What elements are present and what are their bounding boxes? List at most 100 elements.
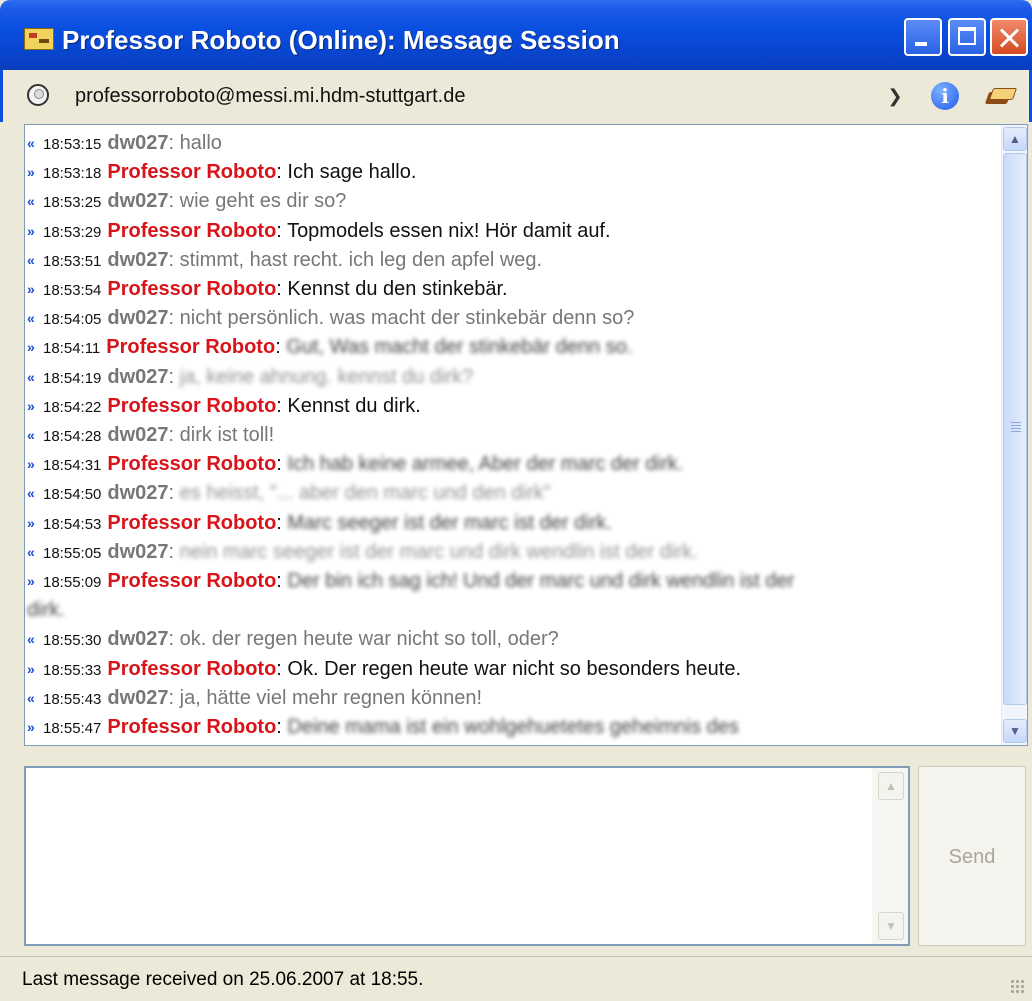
message-log[interactable]: ▲ ▼ «18:53:15 dw027: hallo » 18:53:18 Profes… — [24, 124, 1028, 746]
message-sender: Professor Roboto — [106, 336, 276, 359]
compose-scroll-down-button[interactable]: ▼ — [878, 912, 904, 940]
message-timestamp: 18:54:11 — [43, 340, 101, 358]
message-text: nicht persönlich. was macht der stinkebä… — [179, 307, 635, 330]
message-row: «18:53:25 dw027: wie geht es dir so? — [27, 190, 347, 213]
collapse-icon[interactable]: ❯ — [881, 82, 909, 110]
message-sender: dw027 — [107, 365, 169, 388]
compose-area[interactable]: ▲ ▼ — [24, 766, 910, 946]
message-timestamp: 18:55:30 — [43, 632, 102, 650]
message-text: Der bin ich sag ich! Und der marc und di… — [287, 570, 795, 592]
compose-scroll-up-button[interactable]: ▲ — [878, 772, 904, 800]
message-row: » 18:54:53 Professor Roboto: Marc seeger i… — [27, 511, 612, 534]
incoming-arrow-icon: « — [27, 631, 35, 648]
message-sender: Professor Roboto — [107, 219, 277, 242]
message-row: » 18:53:29 Professor Roboto: Topmodels ess… — [27, 219, 611, 242]
close-button[interactable] — [990, 18, 1028, 56]
status-bar: Last message received on 25.06.2007 at 1… — [0, 956, 1032, 1001]
outgoing-arrow-icon: » — [27, 573, 35, 589]
outgoing-arrow-icon: » — [27, 397, 35, 414]
message-text: Gut, Was macht der stinkebär denn so. — [286, 336, 633, 359]
message-text: Ich sage hallo. — [287, 161, 417, 184]
outgoing-arrow-icon: » — [27, 164, 35, 181]
message-timestamp: 18:54:19 — [43, 369, 102, 387]
message-row: » 18:55:47 Professor Roboto: Deine mama is… — [27, 716, 739, 738]
message-timestamp: 18:55:47 — [43, 720, 102, 737]
message-row: » 18:55:09 Professor Roboto: Der bin ich s… — [27, 570, 795, 592]
message-timestamp: 18:54:53 — [43, 515, 102, 533]
message-sender: dw027 — [107, 248, 169, 271]
title-bar[interactable]: Professor Roboto (Online): Message Sessi… — [0, 0, 1032, 70]
message-row: «18:53:15 dw027: hallo — [27, 132, 222, 154]
message-text: Ich hab keine armee, Aber der marc der d… — [287, 453, 684, 476]
message-text: es heisst, "... aber den marc und den di… — [179, 482, 551, 505]
message-timestamp: 18:55:43 — [43, 690, 102, 708]
message-text: nein marc seeger ist der marc und dirk w… — [179, 540, 698, 563]
message-timestamp: 18:55:33 — [43, 661, 102, 679]
message-timestamp: 18:54:31 — [43, 457, 102, 475]
message-text-continuation: dirk. — [27, 599, 65, 622]
outgoing-arrow-icon: » — [27, 719, 35, 735]
message-sender: Professor Roboto — [107, 394, 277, 417]
status-text: Last message received on 25.06.2007 at 1… — [22, 969, 424, 990]
message-text: Marc seeger ist der marc ist der dirk. — [287, 511, 612, 534]
message-row: » 18:53:18 Professor Roboto: Ich sage hall… — [27, 161, 417, 184]
message-text: stimmt, hast recht. ich leg den apfel we… — [179, 248, 543, 271]
chat-window-icon — [24, 28, 54, 50]
send-button[interactable]: Send — [918, 766, 1026, 946]
incoming-arrow-icon: « — [27, 689, 35, 706]
incoming-arrow-icon: « — [27, 135, 35, 151]
message-row: «18:55:43 dw027: ja, hätte viel mehr regn… — [27, 686, 483, 709]
maximize-button[interactable] — [948, 18, 986, 56]
message-text: ja, hätte viel mehr regnen können! — [179, 686, 483, 709]
message-text: Topmodels essen nix! Hör damit auf. — [287, 219, 611, 242]
message-text: hallo — [179, 132, 222, 154]
message-text: Kennst du den stinkebär. — [287, 278, 508, 300]
message-text: ja, keine ahnung. kennst du dirk? — [179, 365, 474, 388]
message-text: Kennst du dirk. — [287, 394, 421, 417]
message-sender: dw027 — [107, 628, 169, 651]
message-row: «18:54:28 dw027: dirk ist toll! — [27, 424, 275, 446]
message-row: «18:55:05 dw027: nein marc seeger ist der… — [27, 540, 698, 563]
message-input[interactable] — [26, 768, 872, 944]
message-row: «18:53:51 dw027: stimmt, hast recht. ich … — [27, 248, 543, 271]
message-scrollbar[interactable]: ▲ ▼ — [1001, 125, 1027, 745]
message-sender: Professor Roboto — [107, 278, 277, 300]
message-sender: dw027 — [107, 482, 169, 505]
message-row-continuation: dirk. — [27, 597, 65, 623]
message-sender: dw027 — [107, 307, 169, 330]
message-row: » 18:55:33 Professor Roboto: Ok. Der regen… — [27, 657, 742, 680]
minimize-button[interactable] — [904, 18, 942, 56]
message-row: » 18:54:11 Professor Roboto: Gut, Was mach… — [27, 336, 633, 359]
message-sender: Professor Roboto — [107, 570, 277, 592]
message-timestamp: 18:53:18 — [43, 165, 102, 183]
outgoing-arrow-icon: » — [27, 514, 35, 531]
contact-bar: professorroboto@messi.mi.hdm-stuttgart.d… — [0, 70, 1032, 122]
message-sender: Professor Roboto — [107, 453, 277, 476]
info-icon[interactable]: i — [931, 82, 959, 110]
message-timestamp: 18:54:28 — [43, 428, 102, 445]
scroll-up-button[interactable]: ▲ — [1003, 127, 1027, 151]
scroll-thumb[interactable] — [1003, 153, 1027, 705]
message-text: Deine mama ist ein wohlgehuetetes geheim… — [287, 716, 739, 738]
resize-grip[interactable] — [1010, 979, 1026, 995]
outgoing-arrow-icon: » — [27, 660, 35, 677]
message-timestamp: 18:53:29 — [43, 223, 102, 241]
message-text: Ok. Der regen heute war nicht so besonde… — [287, 657, 742, 680]
incoming-arrow-icon: « — [27, 310, 35, 327]
outgoing-arrow-icon: » — [27, 339, 35, 356]
book-icon[interactable] — [984, 82, 1018, 110]
outgoing-arrow-icon: » — [27, 456, 35, 473]
message-row: «18:54:05 dw027: nicht persönlich. was ma… — [27, 307, 635, 330]
outgoing-arrow-icon: » — [27, 281, 35, 297]
message-sender: dw027 — [107, 686, 169, 709]
message-timestamp: 18:55:09 — [43, 574, 102, 591]
message-timestamp: 18:53:54 — [43, 282, 102, 299]
compose-scrollbar[interactable]: ▲ ▼ — [872, 768, 908, 944]
scroll-down-button[interactable]: ▼ — [1003, 719, 1027, 743]
incoming-arrow-icon: « — [27, 427, 35, 443]
message-sender: dw027 — [107, 424, 169, 446]
incoming-arrow-icon: « — [27, 193, 35, 210]
incoming-arrow-icon: « — [27, 485, 35, 502]
message-sender: dw027 — [107, 540, 169, 563]
message-timestamp: 18:54:05 — [43, 311, 102, 329]
